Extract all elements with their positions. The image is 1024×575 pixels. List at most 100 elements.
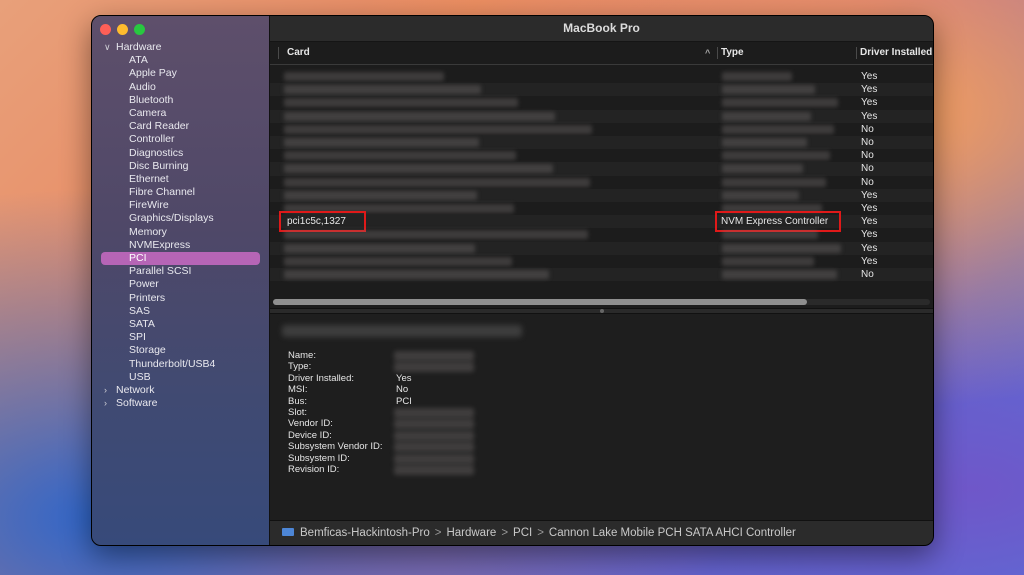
path-segment[interactable]: Hardware <box>446 527 496 539</box>
cell-driver-installed: Yes <box>861 216 878 228</box>
window-title: MacBook Pro <box>270 16 933 42</box>
detail-field-row: Vendor ID: <box>288 418 708 430</box>
redacted-card-type <box>722 72 792 81</box>
zoom-button[interactable] <box>134 24 145 35</box>
detail-field-key: Revision ID: <box>288 463 340 475</box>
horizontal-scrollbar[interactable] <box>273 299 930 305</box>
path-segment[interactable]: Cannon Lake Mobile PCH SATA AHCI Control… <box>549 527 796 539</box>
sidebar-item-card-reader[interactable]: Card Reader <box>92 120 269 133</box>
cell-driver-installed: Yes <box>861 110 878 122</box>
sidebar-item-thunderbolt-usb4[interactable]: Thunderbolt/USB4 <box>92 358 269 371</box>
sidebar-item-printers[interactable]: Printers <box>92 292 269 305</box>
table-row[interactable]: No <box>270 149 933 162</box>
laptop-icon <box>282 528 294 536</box>
redacted-card-type <box>722 151 830 161</box>
chevron-right-icon[interactable]: › <box>104 384 107 397</box>
sidebar-item-storage[interactable]: Storage <box>92 344 269 357</box>
cell-driver-installed: Yes <box>861 229 878 241</box>
sidebar-item-usb[interactable]: USB <box>92 371 269 384</box>
sidebar-group-software[interactable]: › Software <box>92 397 269 410</box>
sidebar-group-label: Hardware <box>116 41 162 53</box>
cell-driver-installed: Yes <box>861 242 878 254</box>
path-separator-icon: > <box>537 527 544 539</box>
column-separator <box>278 47 279 59</box>
detail-field-row: Device ID: <box>288 430 708 441</box>
table-row[interactable]: No <box>270 268 933 282</box>
redacted-card-type <box>722 243 841 253</box>
chevron-down-icon[interactable]: ∨ <box>104 41 111 54</box>
cell-driver-installed: No <box>861 176 874 188</box>
sidebar-item-fibre-channel[interactable]: Fibre Channel <box>92 186 269 199</box>
column-header-card[interactable]: Card <box>287 42 310 64</box>
detail-field-value: No <box>396 384 409 396</box>
sidebar-item-apple-pay[interactable]: Apple Pay <box>92 67 269 80</box>
column-header-type[interactable]: Type <box>721 42 744 64</box>
sidebar-item-camera[interactable]: Camera <box>92 107 269 120</box>
cell-driver-installed: Yes <box>861 97 878 109</box>
detail-header-redacted <box>282 325 522 337</box>
cell-driver-installed: No <box>861 269 874 280</box>
sidebar-group-network[interactable]: › Network <box>92 384 269 397</box>
redacted-value <box>394 407 474 418</box>
redacted-card-name <box>284 98 518 108</box>
sidebar-item-bluetooth[interactable]: Bluetooth <box>92 94 269 107</box>
sidebar-item-disc-burning[interactable]: Disc Burning <box>92 160 269 173</box>
redacted-card-name <box>284 111 555 121</box>
table-row[interactable]: No <box>270 176 933 189</box>
table-row[interactable]: Yes <box>270 255 933 268</box>
sidebar-item-memory[interactable]: Memory <box>92 226 269 239</box>
sidebar-item-spi[interactable]: SPI <box>92 331 269 344</box>
path-bar: Bemficas-Hackintosh-Pro > Hardware > PCI > Can… <box>270 520 933 545</box>
cell-driver-installed: No <box>861 163 874 175</box>
path-segment[interactable]: PCI <box>513 527 532 539</box>
sidebar-group-label: Network <box>116 383 155 396</box>
detail-field-row: Revision ID: <box>288 464 708 475</box>
sidebar-item-audio[interactable]: Audio <box>92 81 269 94</box>
detail-field-key: MSI: <box>288 384 308 396</box>
sidebar-item-nvmexpress[interactable]: NVMExpress <box>92 239 269 252</box>
sidebar-item-parallel-scsi[interactable]: Parallel SCSI <box>92 265 269 278</box>
redacted-card-name <box>284 256 512 266</box>
minimize-button[interactable] <box>117 24 128 35</box>
sidebar-item-ata[interactable]: ATA <box>92 54 269 67</box>
table-row[interactable]: Yes <box>270 70 933 83</box>
sidebar-group-label: Software <box>116 397 158 410</box>
table-row[interactable]: Yes <box>270 188 933 202</box>
splitter-grip-icon[interactable] <box>600 309 604 313</box>
table-row[interactable]: Yes <box>270 228 933 241</box>
detail-field-value: Yes <box>396 372 412 384</box>
sidebar-item-diagnostics[interactable]: Diagnostics <box>92 147 269 160</box>
redacted-value <box>394 442 474 453</box>
detail-fields: Name: Type: Driver Installed: Yes MSI: No Bus:… <box>288 350 708 475</box>
sidebar-item-ethernet[interactable]: Ethernet <box>92 173 269 186</box>
cell-driver-installed: No <box>861 123 874 135</box>
sidebar-item-sas[interactable]: SAS <box>92 305 269 318</box>
column-separator <box>717 47 718 59</box>
sidebar-group-hardware[interactable]: ∨ Hardware <box>92 41 269 54</box>
cell-driver-installed: Yes <box>861 71 878 82</box>
sidebar-item-controller[interactable]: Controller <box>92 133 269 146</box>
table-row[interactable]: Yes <box>270 241 933 255</box>
sidebar-item-sata[interactable]: SATA <box>92 318 269 331</box>
scrollbar-thumb[interactable] <box>273 299 807 305</box>
table-row[interactable]: Yes <box>270 83 933 97</box>
redacted-value <box>394 464 474 475</box>
table-row[interactable]: No <box>270 162 933 176</box>
table-row[interactable]: No <box>270 123 933 136</box>
detail-field-key: Subsystem ID: <box>288 452 350 464</box>
sidebar-item-power[interactable]: Power <box>92 278 269 291</box>
sidebar-tree: ∨ Hardware ATA Apple Pay Audio Bluetooth Camer… <box>92 41 269 410</box>
redacted-card-name <box>284 85 481 95</box>
table-row[interactable]: Yes <box>270 109 933 123</box>
sidebar-item-pci[interactable]: PCI <box>101 252 260 266</box>
sidebar-item-graphics-displays[interactable]: Graphics/Displays <box>92 212 269 225</box>
table-row[interactable]: No <box>270 136 933 150</box>
chevron-right-icon[interactable]: › <box>104 397 107 410</box>
sidebar-item-firewire[interactable]: FireWire <box>92 199 269 212</box>
close-button[interactable] <box>100 24 111 35</box>
redacted-value <box>394 453 474 464</box>
table-row[interactable]: Yes <box>270 96 933 109</box>
column-header-driver-installed[interactable]: Driver Installed <box>860 42 932 64</box>
path-segment[interactable]: Bemficas-Hackintosh-Pro <box>300 527 430 539</box>
redacted-value <box>394 419 474 430</box>
